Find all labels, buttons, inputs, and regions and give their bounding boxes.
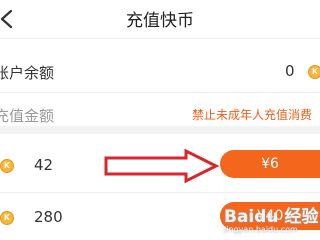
item-divider [0,192,320,193]
coin-icon [0,159,14,173]
recharge-price-button[interactable]: ¥6 [220,150,320,178]
header-bar: 充值快币 [0,0,320,38]
page-title: 充值快币 [126,11,194,31]
recharge-amount: 280 [34,208,63,226]
recharge-amount: 42 [34,156,54,174]
coin-icon [0,211,14,225]
coin-icon [308,65,320,79]
balance-value: 0 [285,62,295,80]
balance-divider [0,92,320,93]
recharge-amount-label: 充值金额 [0,107,55,125]
balance-label: 账户余额 [0,64,55,82]
section-separator [0,126,320,134]
header-divider [0,38,320,39]
recharge-price-button[interactable]: ¥40 [220,202,320,230]
minor-warning-notice: 禁止未成年人充值消费 [192,108,313,122]
annotation-arrow [104,148,220,184]
